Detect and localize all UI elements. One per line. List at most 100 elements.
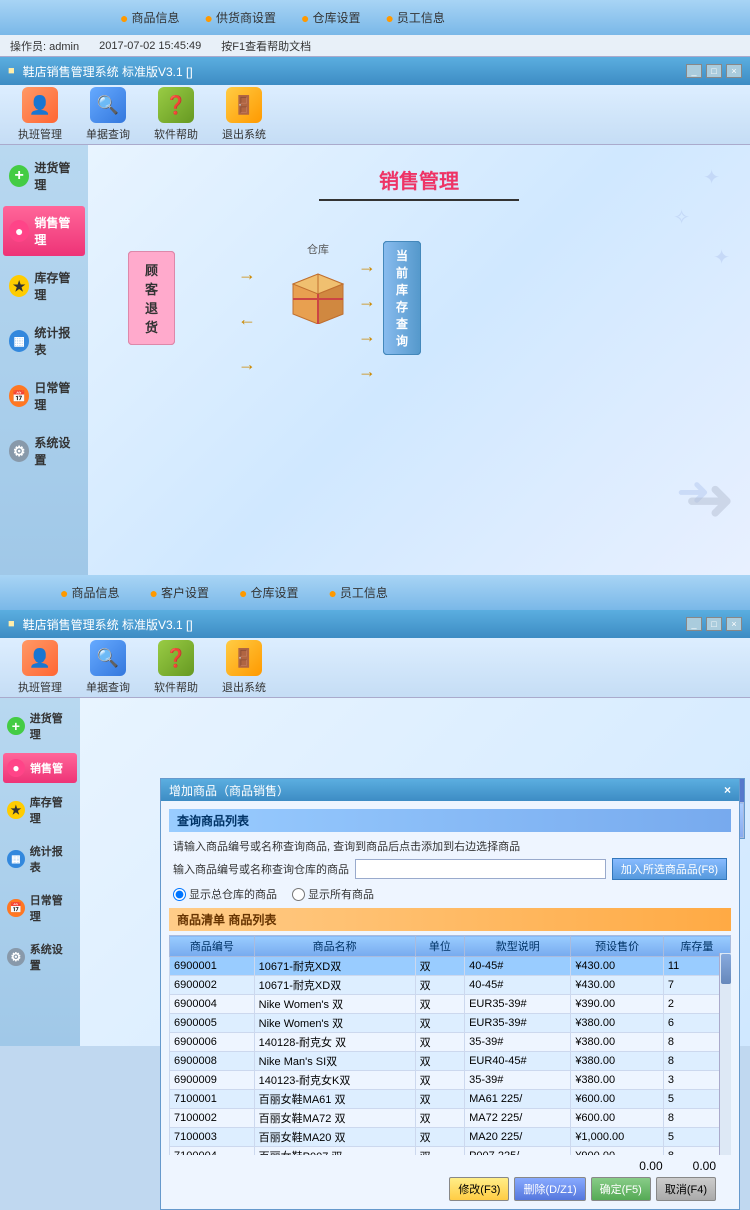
warehouse-svg (283, 259, 353, 324)
table-row[interactable]: 7100002百丽女鞋MA72 双双MA72 225/¥600.008 (170, 1109, 731, 1128)
shift-mgmt-btn[interactable]: 👤 执班管理 (10, 83, 70, 146)
delete-btn[interactable]: 删除(D/Z1) (514, 1177, 585, 1201)
table-row[interactable]: 6900004Nike Women's 双双EUR35-39#¥390.002 (170, 995, 731, 1014)
add-selected-btn[interactable]: 加入所选商品品(F8) (612, 858, 727, 880)
chart-icon-2: ▦ (7, 850, 25, 868)
nav-dot: ● (149, 585, 157, 601)
table-row[interactable]: 6900005Nike Women's 双双EUR35-39#¥380.006 (170, 1014, 731, 1033)
sidebar-item-daily[interactable]: 📅 日常管理 (3, 371, 85, 421)
title-underline (319, 199, 519, 201)
close-btn-2[interactable]: × (726, 617, 742, 631)
query-icon-2: 🔍 (90, 640, 126, 676)
nav-item-goods[interactable]: ● 商品信息 (120, 9, 179, 26)
help-btn[interactable]: ❓ 软件帮助 (146, 83, 206, 146)
customer-return-box[interactable]: 顾客退货 (128, 251, 175, 345)
bottom-nav-goods[interactable]: ● 商品信息 (60, 584, 119, 601)
scrollbar[interactable] (719, 953, 731, 1155)
exit-icon-2: 🚪 (226, 640, 262, 676)
exit-btn[interactable]: 🚪 退出系统 (214, 83, 274, 146)
sidebar2-settings[interactable]: ⚙ 系统设置 (3, 935, 77, 979)
modify-btn[interactable]: 修改(F3) (449, 1177, 509, 1201)
table-row[interactable]: 690000110671-耐克XD双双40-45#¥430.0011 (170, 957, 731, 976)
shift-mgmt-btn-2[interactable]: 👤 执班管理 (10, 636, 70, 699)
content-area-2: 增加商品（商品销售） × 查询商品列表 请输入商品编号或名称查询商品, 查询到商… (80, 698, 750, 1046)
current-stock-query-box[interactable]: 当前库存查询 (383, 241, 421, 355)
arrow-2: ← (238, 309, 256, 330)
add-goods-dialog: 增加商品（商品销售） × 查询商品列表 请输入商品编号或名称查询商品, 查询到商… (160, 778, 740, 1210)
dialog-title-bar: 增加商品（商品销售） × (161, 779, 739, 801)
nav-dot: ● (120, 10, 128, 26)
query-btn[interactable]: 🔍 单据查询 (78, 83, 138, 146)
col-header-id: 商品编号 (170, 936, 255, 957)
nav-item-warehouse[interactable]: ● 仓库设置 (301, 9, 360, 26)
arrow-6: → (358, 326, 376, 347)
sidebar2-purchase[interactable]: + 进货管理 (3, 704, 77, 748)
dialog-close-btn[interactable]: × (724, 783, 731, 797)
content-area-1: ✦ ✧ ✦ ➜ 销售管理 商品销售 前台收据 顾客退货 (88, 145, 750, 575)
arrow-7: → (358, 361, 376, 382)
help-btn-2[interactable]: ❓ 软件帮助 (146, 636, 206, 699)
nav-item-staff[interactable]: ● 员工信息 (385, 9, 444, 26)
table-row[interactable]: 7100001百丽女鞋MA61 双双MA61 225/¥600.005 (170, 1090, 731, 1109)
window-title-bar-2: ■ 鞋店销售管理系统 标准版V3.1 [] _ □ × (0, 610, 750, 638)
sidebar2-reports[interactable]: ▦ 统计报表 (3, 837, 77, 881)
bottom-nav-staff[interactable]: ● 员工信息 (328, 584, 387, 601)
sidebar-1: + 进货管理 ● 销售管理 ★ 库存管理 ▦ 统计报表 📅 日常管理 ⚙ 系统设… (0, 145, 88, 575)
gear-icon: ⚙ (9, 440, 29, 462)
col-header-price: 预设售价 (571, 936, 664, 957)
circle-icon: ● (9, 220, 29, 242)
shift-icon: 👤 (22, 87, 58, 123)
table-row[interactable]: 6900006140128-耐克女 双双35-39#¥380.008 (170, 1033, 731, 1052)
window-controls-2: _ □ × (686, 617, 742, 631)
radio-all[interactable]: 显示所有商品 (292, 886, 374, 902)
table-row[interactable]: 6900009140123-耐克女K双双35-39#¥380.003 (170, 1071, 731, 1090)
bottom-nav-warehouse[interactable]: ● 仓库设置 (239, 584, 298, 601)
arrow-3: → (238, 354, 256, 375)
bottom-nav-customer[interactable]: ● 客户设置 (149, 584, 208, 601)
star-icon-2: ★ (7, 801, 25, 819)
sidebar2-daily[interactable]: 📅 日常管理 (3, 886, 77, 930)
cancel-btn[interactable]: 取消(F4) (656, 1177, 716, 1201)
nav-dot: ● (204, 10, 212, 26)
star-icon: ★ (9, 275, 29, 297)
confirm-btn[interactable]: 确定(F5) (591, 1177, 651, 1201)
star-decoration: ✧ (673, 205, 690, 230)
sidebar-item-sales[interactable]: ● 销售管理 (3, 206, 85, 256)
warehouse-area: 仓库 (283, 241, 353, 327)
toolbar-1: 👤 执班管理 🔍 单据查询 ❓ 软件帮助 🚪 退出系统 (0, 85, 750, 145)
col-header-name: 商品名称 (254, 936, 415, 957)
radio-warehouse[interactable]: 显示总仓库的商品 (173, 886, 277, 902)
exit-btn-2[interactable]: 🚪 退出系统 (214, 636, 274, 699)
close-btn[interactable]: × (726, 64, 742, 78)
window-controls: _ □ × (686, 64, 742, 78)
minimize-btn-2[interactable]: _ (686, 617, 702, 631)
maximize-btn[interactable]: □ (706, 64, 722, 78)
circle-icon-2: ● (7, 759, 25, 777)
nav-item-supplier[interactable]: ● 供货商设置 (204, 9, 275, 26)
search-row: 输入商品编号或名称查询仓库的商品 加入所选商品品(F8) (169, 858, 731, 880)
arrow-5: → (358, 291, 376, 312)
goods-table-container: 商品编号 商品名称 单位 款型说明 预设售价 库存量 690000110671-… (169, 935, 731, 1155)
nav-dot: ● (328, 585, 336, 601)
sidebar-item-inventory[interactable]: ★ 库存管理 (3, 261, 85, 311)
maximize-btn-2[interactable]: □ (706, 617, 722, 631)
nav-dot: ● (301, 10, 309, 26)
sidebar2-inventory[interactable]: ★ 库存管理 (3, 788, 77, 832)
scrollbar-thumb[interactable] (721, 954, 731, 984)
star-decoration: ✦ (703, 165, 720, 190)
table-section-title: 商品清单 商品列表 (169, 908, 731, 931)
table-row[interactable]: 690000210671-耐克XD双双40-45#¥430.007 (170, 976, 731, 995)
minimize-btn[interactable]: _ (686, 64, 702, 78)
sidebar-item-settings[interactable]: ⚙ 系统设置 (3, 426, 85, 476)
sidebar-item-reports[interactable]: ▦ 统计报表 (3, 316, 85, 366)
table-row[interactable]: 7100003百丽女鞋MA20 双双MA20 225/¥1,000.005 (170, 1128, 731, 1147)
table-row[interactable]: 6900008Nike Man's SI双双EUR40-45#¥380.008 (170, 1052, 731, 1071)
table-row[interactable]: 7100004百丽女鞋P007 双双P007 225/¥900.008 (170, 1147, 731, 1156)
query-btn-2[interactable]: 🔍 单据查询 (78, 636, 138, 699)
help-icon: ❓ (158, 87, 194, 123)
sidebar-item-purchase[interactable]: + 进货管理 (3, 151, 85, 201)
search-input[interactable] (355, 859, 606, 879)
sidebar2-sales[interactable]: ● 销售管 (3, 753, 77, 783)
nav-dot: ● (239, 585, 247, 601)
main-area-1: + 进货管理 ● 销售管理 ★ 库存管理 ▦ 统计报表 📅 日常管理 ⚙ 系统设… (0, 145, 750, 575)
